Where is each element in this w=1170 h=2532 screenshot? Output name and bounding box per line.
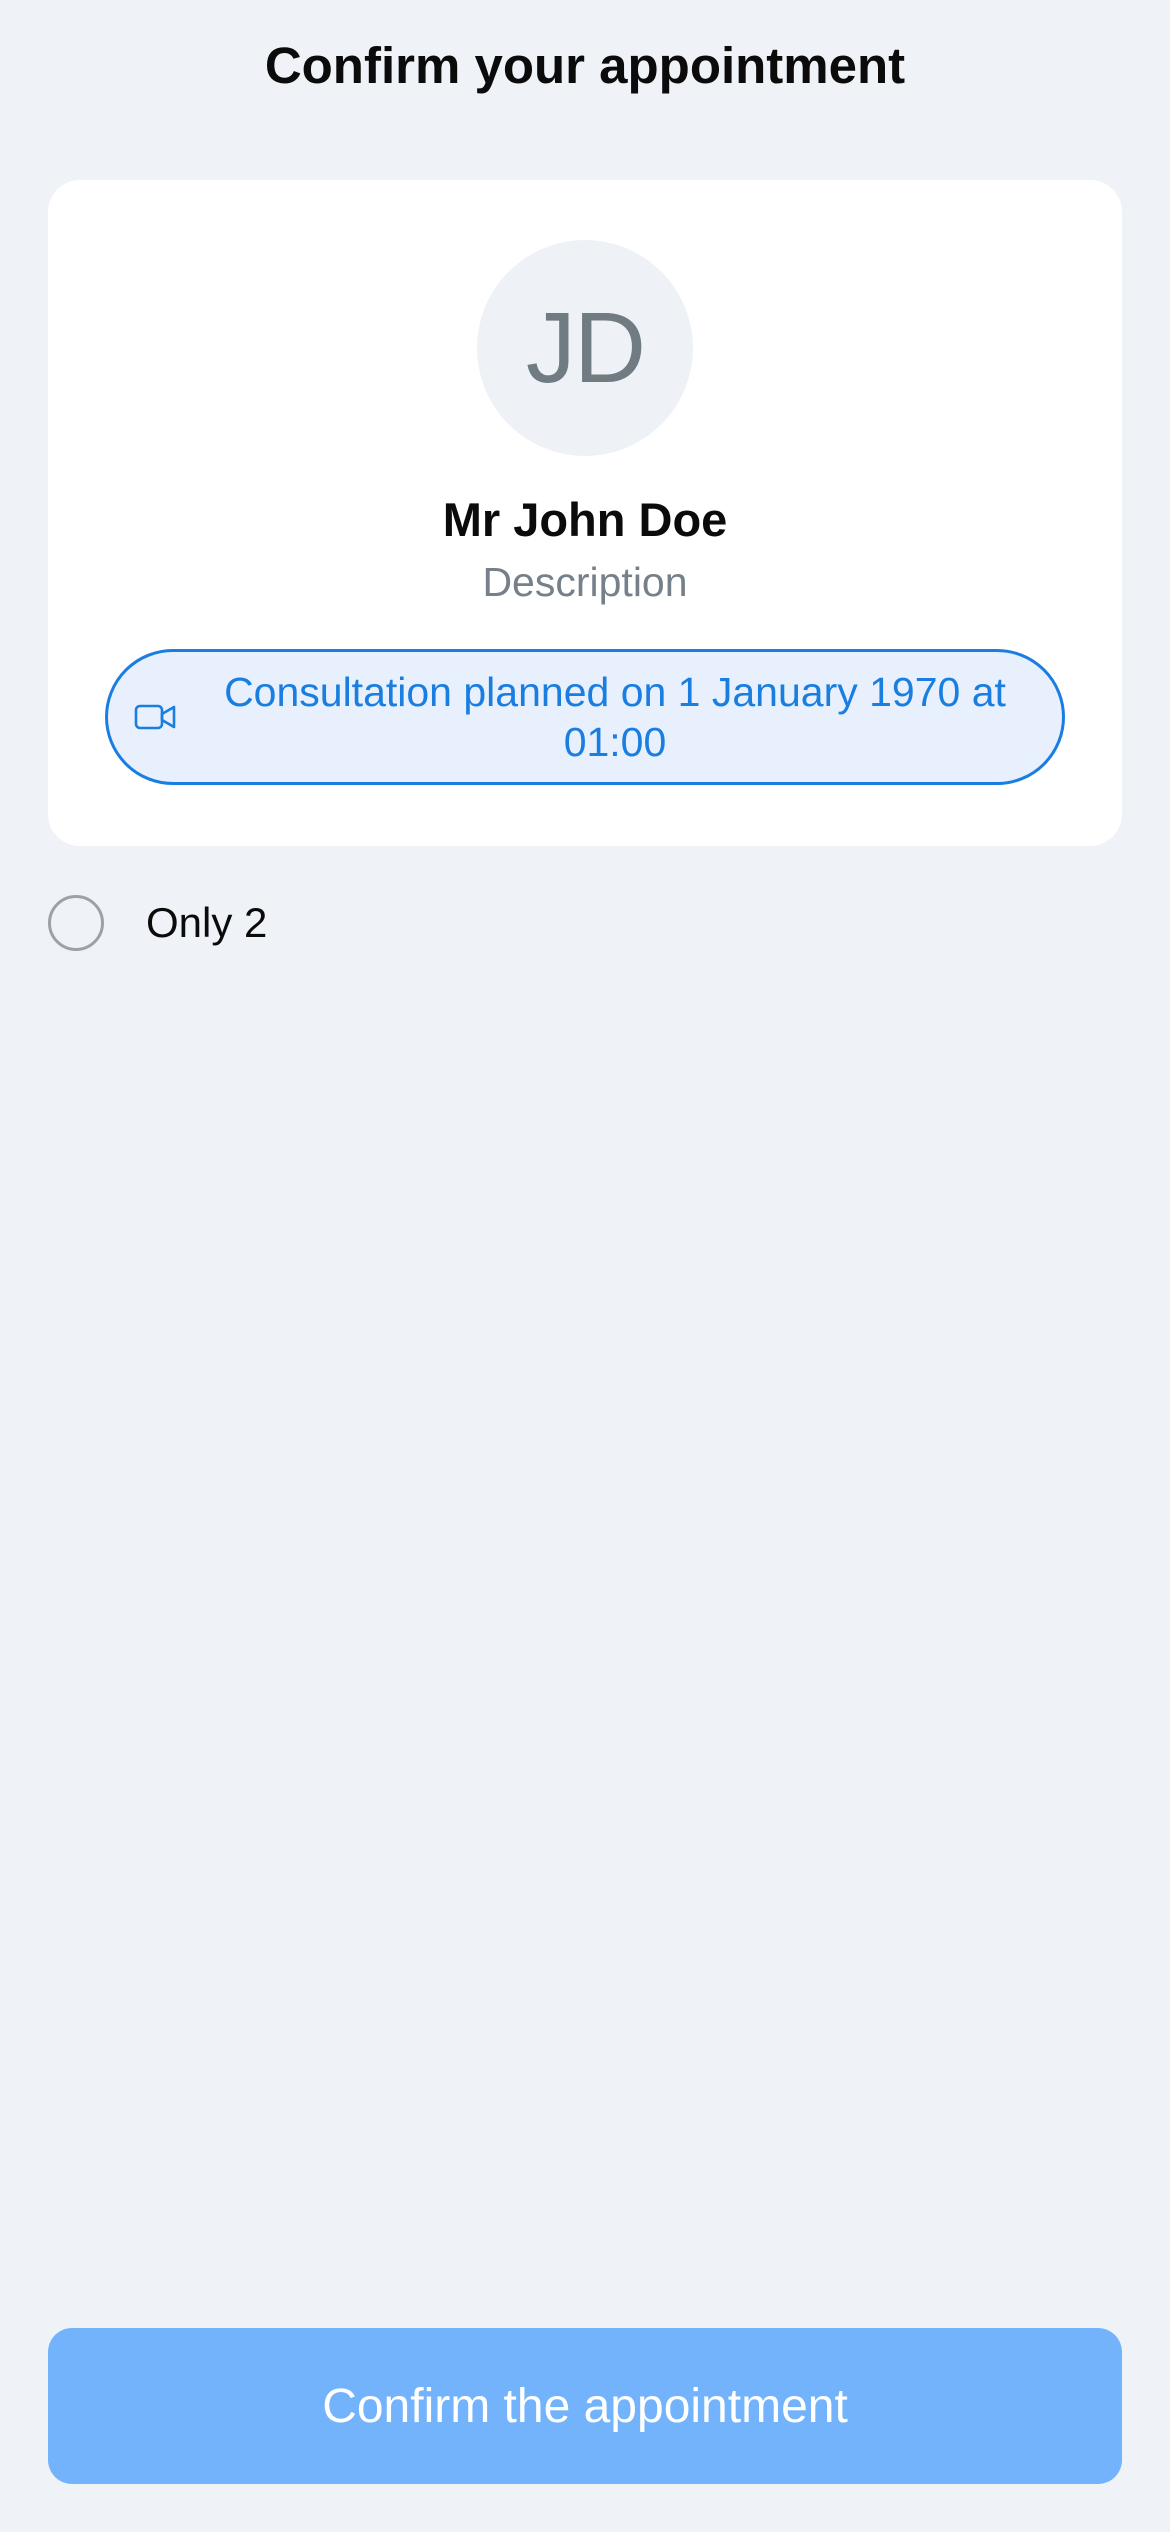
doctor-card: JD Mr John Doe Description Consultation …	[48, 180, 1122, 846]
consultation-text: Consultation planned on 1 January 1970 a…	[224, 669, 1006, 765]
doctor-description: Description	[482, 559, 688, 605]
video-camera-icon	[134, 704, 176, 730]
radio-button[interactable]	[48, 895, 104, 951]
option-label: Only 2	[146, 899, 268, 946]
confirm-appointment-button[interactable]: Confirm the appointment	[48, 2328, 1122, 2484]
avatar-initials: JD	[525, 291, 646, 404]
option-row[interactable]: Only 2	[48, 892, 267, 954]
doctor-name: Mr John Doe	[442, 493, 728, 546]
avatar: JD	[477, 240, 693, 456]
consultation-badge: Consultation planned on 1 January 1970 a…	[105, 649, 1065, 785]
page-title: Confirm your appointment	[264, 37, 906, 94]
